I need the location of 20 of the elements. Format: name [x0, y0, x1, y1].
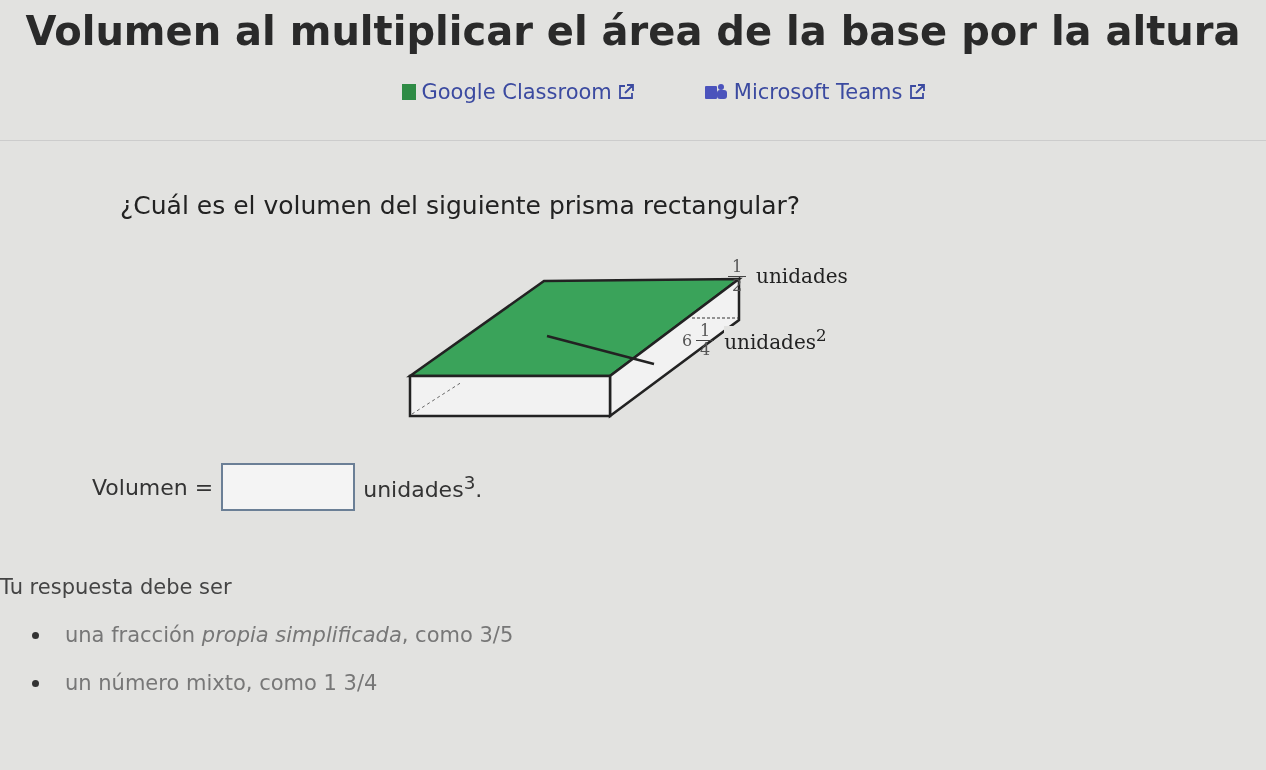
fraction-numerator: 1: [700, 322, 711, 340]
bullet-dot: [32, 679, 39, 687]
share-link[interactable]: Microsoft Teams: [703, 80, 925, 104]
answer-field[interactable]: [221, 463, 356, 511]
hint-item: un número mixto, como 1 3/4: [65, 671, 378, 695]
external-link-icon: [617, 84, 634, 100]
fraction-denominator: 2: [731, 276, 743, 295]
unit-label: unidades$^{3}$.: [363, 471, 483, 503]
teams-icon: [703, 83, 728, 101]
fraction-numerator: 1: [731, 258, 743, 276]
classroom-icon: [401, 84, 416, 100]
page-title: Volumen al multiplicar el área de la base por la altura: [24, 8, 1242, 54]
hint-title: Tu respuesta debe ser: [0, 575, 233, 599]
share-link[interactable]: Google Classroom: [401, 80, 634, 104]
volume-label: Volumen =: [92, 474, 214, 500]
bullet-dot: [32, 631, 39, 639]
whole-number: 6: [682, 330, 693, 350]
question-text: ¿Cuál es el volumen del siguiente prisma rectangular?: [120, 191, 802, 220]
hint-item: una fracción propia simplificada, como 3/5: [65, 623, 514, 647]
external-link-icon: [908, 84, 925, 100]
